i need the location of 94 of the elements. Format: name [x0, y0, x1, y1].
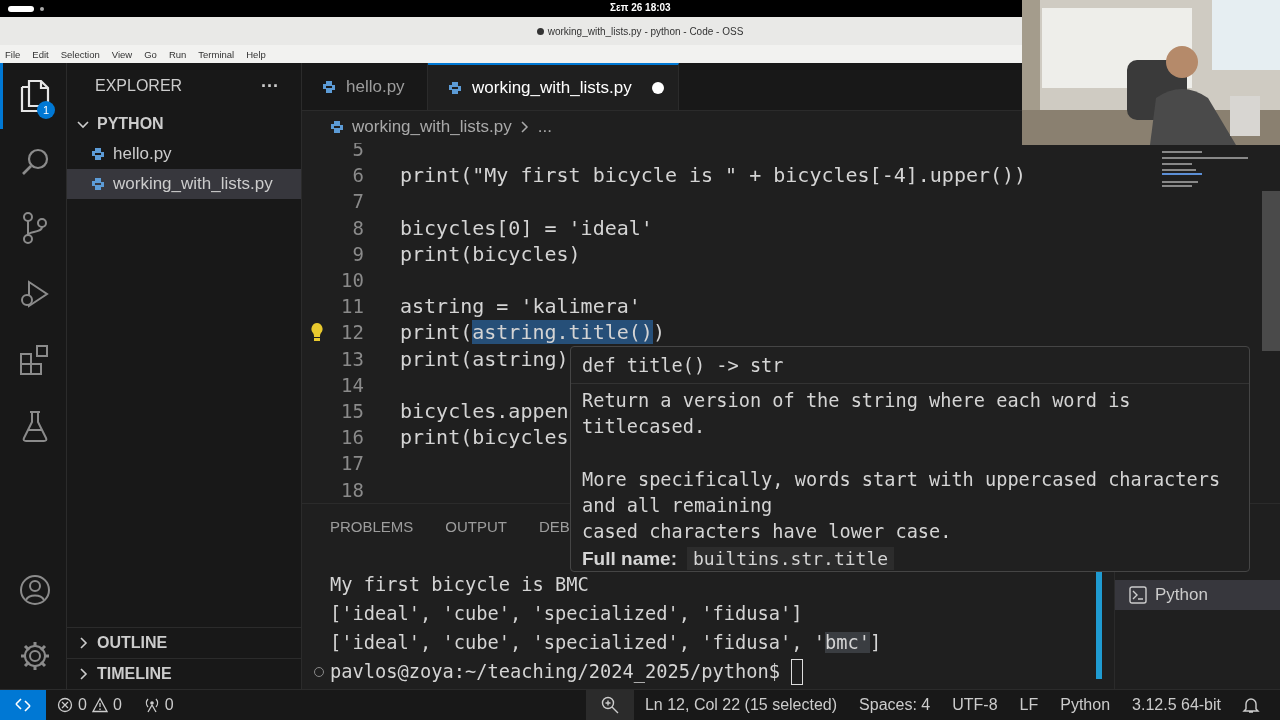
- scrollbar[interactable]: [1262, 191, 1280, 351]
- line-number: 11: [341, 295, 364, 318]
- menu-item[interactable]: View: [111, 48, 133, 60]
- terminal-output: ['ideal', 'cube', 'specialized', 'fidusa', 'bmc']: [330, 632, 882, 653]
- code-line: print(bicycles): [400, 241, 581, 266]
- run-debug-icon: [18, 278, 51, 310]
- full-name-label: Full name:: [582, 548, 677, 570]
- zoom-button[interactable]: [585, 690, 634, 720]
- chevron-right-icon: [519, 121, 530, 133]
- problems-status[interactable]: 0 0: [46, 696, 133, 714]
- antenna-icon: [143, 697, 160, 713]
- line-number: 13: [341, 347, 364, 370]
- line-number: 7: [352, 190, 364, 213]
- terminal-prompt: pavlos@zoya:~/teaching/2024_2025/python$: [330, 661, 782, 682]
- account-icon: [18, 574, 51, 606]
- code-line: print(astring): [400, 346, 569, 371]
- line-number: 18: [341, 478, 364, 501]
- sidebar-title: EXPLORER: [95, 77, 183, 95]
- extensions-icon: [18, 344, 51, 376]
- files-icon: [19, 79, 50, 113]
- remote-icon: [14, 696, 32, 714]
- menu-item[interactable]: File: [5, 48, 21, 60]
- breadcrumb[interactable]: ...: [537, 117, 552, 137]
- function-signature: def title() -> str: [571, 347, 1249, 384]
- menu-item[interactable]: Selection: [60, 48, 100, 60]
- ports-status[interactable]: 0: [132, 696, 185, 714]
- python-file-icon: [91, 147, 105, 161]
- modified-dot-icon: [651, 81, 664, 94]
- code-line: astring = 'kalimera': [400, 294, 641, 319]
- status-item[interactable]: Python: [1049, 696, 1122, 714]
- line-number: 10: [341, 269, 364, 292]
- python-file-icon: [91, 177, 105, 191]
- clock: Σεπ 26 18:03: [610, 2, 671, 13]
- menu-item[interactable]: Terminal: [198, 48, 235, 60]
- pill-icon: [6, 4, 46, 13]
- breadcrumb[interactable]: working_with_lists.py: [352, 117, 512, 137]
- warning-icon: [91, 697, 108, 713]
- source-control-icon: [20, 211, 49, 245]
- line-number: 5: [352, 143, 364, 161]
- chevron-right-icon: [77, 637, 89, 649]
- code-line: bicycles[0] = 'ideal': [400, 215, 653, 240]
- settings-icon: [18, 640, 51, 672]
- explorer-entry[interactable]: working_with_lists.py: [67, 169, 301, 199]
- chevron-down-icon: [77, 118, 89, 130]
- status-item[interactable]: 3.12.5 64-bit: [1121, 696, 1232, 714]
- line-number: 12: [341, 321, 364, 344]
- menu-item[interactable]: Help: [246, 48, 266, 60]
- terminal-output: ['ideal', 'cube', 'specialized', 'fidusa']: [330, 603, 803, 624]
- folder-header[interactable]: PYTHON: [67, 109, 301, 139]
- count-badge: 1: [37, 101, 55, 119]
- shell-tab[interactable]: Python: [1115, 580, 1280, 610]
- bell-icon[interactable]: [1242, 696, 1260, 714]
- full-name-value: builtins.str.title: [687, 547, 895, 571]
- panel-tab[interactable]: PROBLEMS: [330, 517, 414, 535]
- status-item[interactable]: UTF-8: [941, 696, 1009, 714]
- menu-item[interactable]: Edit: [32, 48, 49, 60]
- doc-text: and all remaining: [582, 493, 774, 518]
- more-actions-button[interactable]: ···: [261, 75, 279, 97]
- section-header[interactable]: OUTLINE: [67, 627, 301, 658]
- flask-icon: [21, 410, 48, 442]
- code-line: print("My first bicycle is " + bicycles[-4].upper()): [400, 163, 1027, 188]
- panel-tab[interactable]: DEB: [539, 517, 570, 535]
- zoom-in-icon: [600, 696, 619, 714]
- line-number: 6: [352, 164, 364, 187]
- chevron-right-icon: [77, 668, 89, 680]
- error-icon: [57, 697, 73, 713]
- line-number: 8: [352, 216, 364, 239]
- line-number: 9: [352, 242, 364, 265]
- doc-text: titlecased.: [582, 415, 707, 440]
- line-number: 15: [341, 399, 364, 422]
- status-item[interactable]: LF: [1008, 696, 1050, 714]
- python-file-icon: [448, 80, 462, 95]
- doc-text: Return a version of the string where each word is: [582, 389, 1132, 413]
- line-number: 14: [341, 373, 364, 396]
- python-file-icon: [322, 79, 336, 94]
- terminal-cursor: [791, 658, 804, 685]
- editor-tab[interactable]: working_with_lists.py: [428, 63, 679, 110]
- lightbulb-icon[interactable]: [310, 322, 324, 343]
- window-title: working_with_lists.py - python - Code - OSS: [547, 25, 744, 37]
- panel-tab[interactable]: OUTPUT: [445, 517, 508, 535]
- menu-item[interactable]: Run: [168, 48, 187, 60]
- menu-item[interactable]: Go: [144, 48, 157, 60]
- status-item[interactable]: Spaces: 4: [848, 696, 942, 714]
- status-item[interactable]: Ln 12, Col 22 (15 selected): [633, 696, 849, 714]
- code-line: bicycles.appen: [400, 398, 569, 423]
- doc-text: More specifically, words start with uppercased characters: [582, 467, 1222, 492]
- explorer-entry[interactable]: hello.py: [67, 139, 301, 169]
- python-file-icon: [330, 120, 344, 134]
- code-line: print(bicycles: [400, 425, 569, 450]
- terminal-icon: [1129, 586, 1147, 604]
- line-number: 17: [341, 452, 364, 475]
- doc-text: cased characters have lower case.: [582, 520, 953, 545]
- terminal-output: My first bicycle is BMC: [330, 574, 589, 595]
- line-number: 16: [341, 426, 364, 449]
